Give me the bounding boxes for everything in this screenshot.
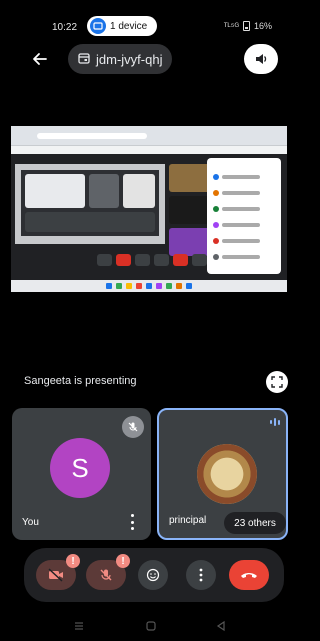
shared-meeting-window	[11, 154, 287, 280]
call-end-icon	[241, 573, 257, 578]
participant-tile-you[interactable]: S You	[12, 408, 151, 540]
battery-icon	[242, 21, 250, 31]
nav-back-icon[interactable]	[214, 619, 228, 633]
nav-home-icon[interactable]	[144, 619, 158, 633]
status-icons: ᵀᴸ⁵ᴳ 16%	[224, 21, 272, 31]
battery-percent: 16%	[253, 21, 272, 31]
mic-off-icon	[100, 569, 112, 581]
camera-off-icon	[48, 568, 63, 582]
fullscreen-button[interactable]	[266, 371, 288, 393]
system-navigation-bar	[0, 612, 286, 641]
status-bar: 10:22 1 device ᵀᴸ⁵ᴳ 16%	[0, 0, 286, 40]
call-controls: ! !	[24, 548, 284, 602]
status-time: 10:22	[52, 22, 78, 33]
speaker-icon	[256, 54, 267, 64]
camera-alert-badge: !	[66, 554, 80, 568]
shared-screen[interactable]	[11, 126, 287, 292]
emoji-icon	[146, 568, 160, 582]
others-count-chip[interactable]: 23 others	[224, 512, 286, 534]
presenting-label: Sangeeta is presenting	[24, 375, 137, 387]
mic-toggle-button[interactable]: !	[86, 554, 130, 590]
speaking-icon	[270, 418, 280, 426]
back-button[interactable]	[23, 44, 57, 74]
shared-taskbar	[11, 280, 287, 292]
end-call-button[interactable]	[229, 560, 269, 590]
camera-toggle-button[interactable]: !	[36, 554, 80, 590]
meeting-code-chip[interactable]: jdm-jvyf-qhj	[68, 44, 172, 74]
signal-indicator: ᵀᴸ⁵ᴳ	[223, 21, 239, 31]
device-indicator[interactable]: 1 device	[87, 16, 157, 36]
mic-off-icon	[122, 416, 144, 438]
more-options-button[interactable]	[186, 560, 216, 590]
meeting-code: jdm-jvyf-qhj	[96, 51, 163, 67]
participant-name: You	[22, 517, 39, 528]
fullscreen-icon	[271, 376, 283, 388]
mic-alert-badge: !	[116, 554, 130, 568]
shared-browser-bar	[11, 126, 287, 146]
back-arrow-icon	[33, 53, 47, 65]
nav-menu-icon[interactable]	[72, 619, 86, 633]
avatar: S	[50, 438, 110, 498]
reactions-button[interactable]	[138, 560, 168, 590]
audio-output-button[interactable]	[244, 44, 278, 74]
more-vert-icon	[199, 568, 203, 582]
device-label: 1 device	[110, 20, 148, 32]
cast-icon	[90, 18, 106, 34]
participant-emblem-image	[197, 444, 257, 504]
participant-name: principal	[169, 515, 207, 526]
more-vert-icon[interactable]	[127, 514, 137, 530]
calendar-icon	[78, 52, 90, 67]
